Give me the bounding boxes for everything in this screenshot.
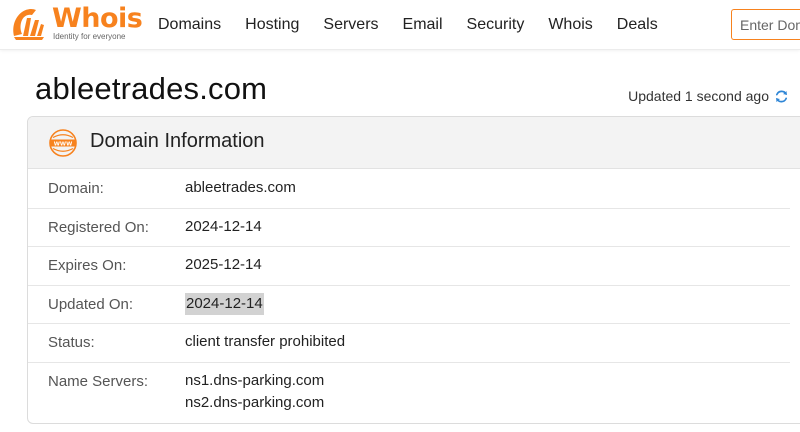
domain-info-card: WWW Domain Information Domain: ableetrad…: [27, 116, 800, 424]
www-icon: WWW: [49, 129, 77, 157]
info-row-name-servers: Name Servers: ns1.dns-parking.com ns2.dn…: [28, 363, 790, 423]
updated-status: Updated 1 second ago: [628, 88, 789, 104]
nav-email[interactable]: Email: [403, 16, 443, 34]
nav-deals[interactable]: Deals: [617, 16, 658, 34]
name-server-2: ns2.dns-parking.com: [185, 393, 325, 411]
row-value: ableetrades.com: [185, 179, 296, 196]
card-title: Domain Information: [90, 130, 265, 152]
brand-tagline: Identity for everyone: [53, 32, 126, 41]
row-value: 2024-12-14: [185, 217, 262, 235]
row-label: Name Servers:: [48, 372, 149, 390]
row-label: Domain:: [48, 180, 104, 197]
brand-name: Whois: [52, 3, 143, 34]
main-nav: Domains Hosting Servers Email Security W…: [146, 0, 670, 50]
whois-logo[interactable]: Whois Identity for everyone: [10, 3, 143, 44]
domain-search-input[interactable]: [731, 9, 800, 40]
info-row-updated: Updated On: 2024-12-14: [28, 286, 790, 324]
info-row-registered: Registered On: 2024-12-14: [28, 209, 790, 247]
info-table: Domain: ableetrades.com Registered On: 2…: [28, 170, 800, 423]
row-label: Expires On:: [48, 257, 127, 274]
logo-hand-icon: [13, 8, 44, 40]
row-value-selected: 2024-12-14: [185, 292, 264, 315]
info-row-domain: Domain: ableetrades.com: [28, 170, 790, 209]
row-value: client transfer prohibited: [185, 333, 346, 350]
refresh-icon[interactable]: [774, 89, 789, 104]
row-value: ns1.dns-parking.com ns2.dns-parking.com: [185, 370, 324, 414]
row-label: Registered On:: [48, 218, 149, 236]
page-title: ableetrades.com: [35, 71, 268, 106]
nav-security[interactable]: Security: [467, 16, 525, 34]
updated-text: Updated 1 second ago: [628, 88, 769, 104]
info-row-expires: Expires On: 2025-12-14: [28, 247, 790, 286]
top-navbar: Whois Identity for everyone Domains Host…: [0, 0, 800, 50]
info-row-status: Status: client transfer prohibited: [28, 324, 790, 363]
nav-servers[interactable]: Servers: [323, 16, 378, 34]
name-server-1: ns1.dns-parking.com: [185, 371, 325, 389]
row-label: Updated On:: [48, 295, 134, 313]
card-header: WWW Domain Information: [28, 117, 800, 169]
row-label: Status:: [48, 334, 95, 351]
nav-hosting[interactable]: Hosting: [245, 16, 299, 34]
row-value: 2025-12-14: [185, 256, 262, 273]
nav-domains[interactable]: Domains: [158, 16, 221, 34]
svg-text:WWW: WWW: [54, 141, 73, 147]
nav-whois[interactable]: Whois: [548, 16, 592, 34]
